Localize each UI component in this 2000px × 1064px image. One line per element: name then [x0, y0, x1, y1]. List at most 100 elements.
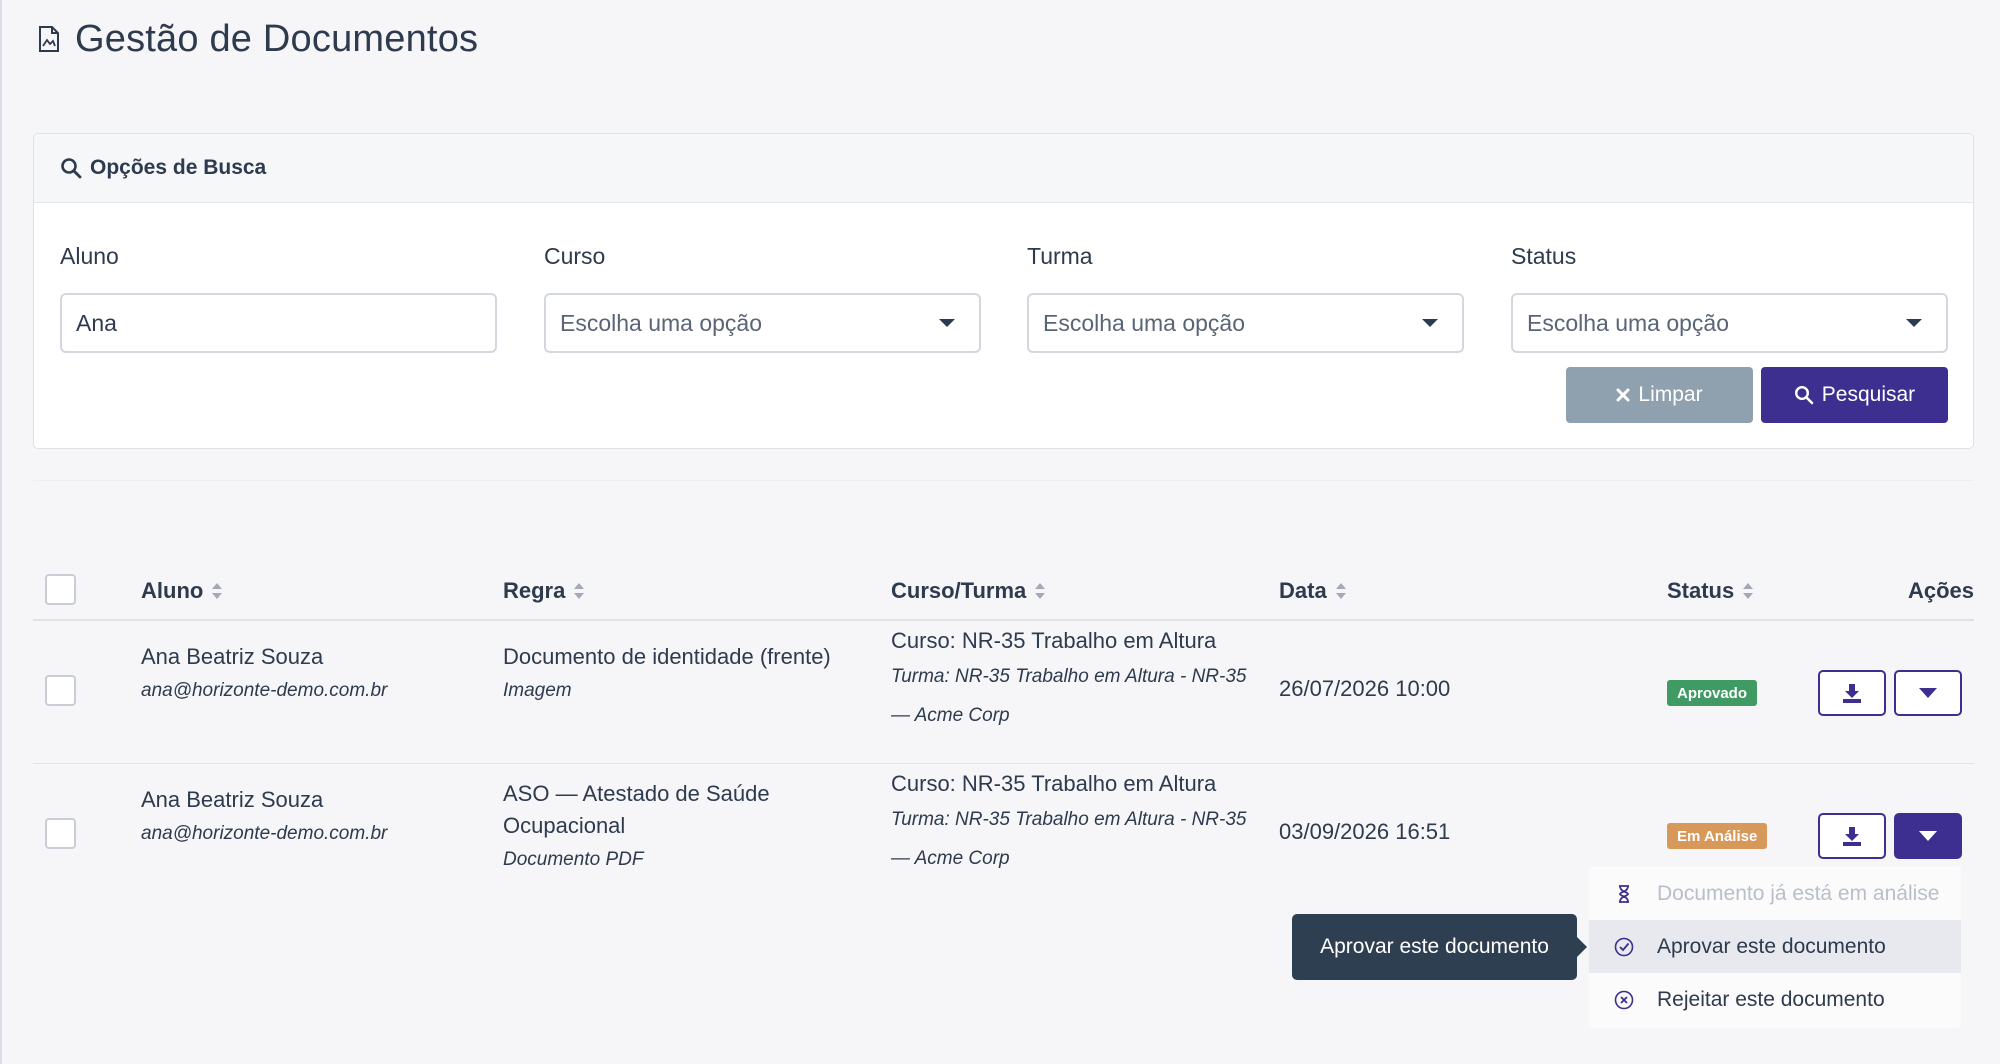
actions-dropdown-button[interactable]	[1894, 670, 1962, 716]
turma-select-value: Escolha uma opção	[1043, 309, 1246, 336]
curso-turma-cell: Curso: NR-35 Trabalho em Altura Turma: N…	[891, 621, 1246, 737]
sort-icon	[1335, 583, 1346, 599]
row-checkbox[interactable]	[45, 818, 76, 849]
documents-table: Aluno Regra Curso/Turma Data Status Açõe…	[33, 560, 1974, 907]
class-company: — Acme Corp	[891, 705, 1010, 726]
clear-button[interactable]: Limpar	[1566, 367, 1753, 423]
actions-dropdown-button[interactable]	[1894, 813, 1962, 859]
student-email: ana@horizonte-demo.com.br	[141, 823, 388, 844]
aluno-cell: Ana Beatriz Souza ana@horizonte-demo.com…	[141, 784, 387, 852]
status-select-value: Escolha uma opção	[1527, 309, 1730, 336]
course-name: Curso: NR-35 Trabalho em Altura	[891, 628, 1217, 653]
menu-item-label: Documento já está em análise	[1657, 881, 1940, 905]
menu-item-reject[interactable]: Rejeitar este documento	[1589, 973, 1961, 1026]
regra-cell: Documento de identidade (frente) Imagem	[503, 641, 831, 709]
x-circle-icon	[1613, 989, 1635, 1011]
curso-select[interactable]: Escolha uma opção	[544, 293, 981, 353]
column-header-acoes: Ações	[1908, 578, 1974, 604]
chevron-down-icon	[939, 319, 955, 327]
download-icon	[1843, 684, 1861, 703]
student-name: Ana Beatriz Souza	[141, 644, 324, 669]
table-row: Ana Beatriz Souza ana@horizonte-demo.com…	[33, 621, 1974, 764]
left-border	[0, 0, 2, 1064]
sort-icon	[1743, 583, 1754, 599]
status-label: Status	[1511, 243, 1577, 269]
chevron-down-icon	[1422, 319, 1438, 327]
search-options-card: Opções de Busca Aluno Curso Escolha uma …	[33, 133, 1974, 449]
search-options-header: Opções de Busca	[34, 134, 1973, 203]
aluno-input-box	[60, 293, 497, 353]
caret-down-icon	[1919, 688, 1937, 698]
class-company: — Acme Corp	[891, 848, 1010, 869]
search-icon	[1794, 385, 1814, 405]
approve-tooltip: Aprovar este documento	[1292, 914, 1587, 980]
date-cell: 26/07/2026 10:00	[1279, 676, 1451, 701]
column-header-regra-label: Regra	[503, 578, 566, 603]
curso-select-value: Escolha uma opção	[560, 309, 763, 336]
chevron-down-icon	[1906, 319, 1922, 327]
download-button[interactable]	[1818, 813, 1886, 859]
student-email: ana@horizonte-demo.com.br	[141, 680, 388, 701]
tooltip-text: Aprovar este documento	[1320, 935, 1549, 958]
sort-icon	[574, 583, 585, 599]
sort-icon	[212, 583, 223, 599]
curso-label: Curso	[544, 243, 606, 269]
column-header-aluno-label: Aluno	[141, 578, 204, 603]
aluno-label: Aluno	[60, 243, 119, 269]
column-header-status-label: Status	[1667, 578, 1735, 603]
column-header-regra[interactable]: Regra	[503, 578, 585, 604]
rule-name-line2: Ocupacional	[503, 813, 626, 838]
column-header-status[interactable]: Status	[1667, 578, 1754, 604]
column-header-data[interactable]: Data	[1279, 578, 1347, 604]
class-name: Turma: NR-35 Trabalho em Altura - NR-35	[891, 809, 1247, 830]
column-header-curso-turma[interactable]: Curso/Turma	[891, 578, 1046, 604]
status-badge: Aprovado	[1667, 680, 1758, 706]
status-badge: Em Análise	[1667, 823, 1768, 849]
rule-type: Documento PDF	[503, 849, 644, 870]
hourglass-icon	[1613, 883, 1635, 905]
clear-button-label: Limpar	[1638, 383, 1703, 406]
column-header-aluno[interactable]: Aluno	[141, 578, 223, 604]
menu-item-label: Rejeitar este documento	[1657, 987, 1885, 1011]
column-header-data-label: Data	[1279, 578, 1327, 603]
document-icon	[37, 25, 61, 53]
sort-icon	[1035, 583, 1046, 599]
check-circle-icon	[1613, 936, 1635, 958]
curso-field: Curso Escolha uma opção	[544, 243, 981, 353]
status-field: Status Escolha uma opção	[1511, 243, 1948, 353]
student-name: Ana Beatriz Souza	[141, 787, 324, 812]
regra-cell: ASO — Atestado de Saúde Ocupacional Docu…	[503, 778, 770, 878]
turma-field: Turma Escolha uma opção	[1027, 243, 1464, 353]
search-button[interactable]: Pesquisar	[1761, 367, 1948, 423]
menu-item-label: Aprovar este documento	[1657, 934, 1886, 958]
aluno-cell: Ana Beatriz Souza ana@horizonte-demo.com…	[141, 641, 387, 709]
rule-name: ASO — Atestado de Saúde	[503, 781, 770, 806]
menu-item-already-in-review: Documento já está em análise	[1589, 867, 1961, 920]
download-button[interactable]	[1818, 670, 1886, 716]
rule-name: Documento de identidade (frente)	[503, 644, 831, 669]
menu-item-approve[interactable]: Aprovar este documento	[1589, 920, 1961, 973]
column-header-curso-turma-label: Curso/Turma	[891, 578, 1027, 603]
status-select[interactable]: Escolha uma opção	[1511, 293, 1948, 353]
row-checkbox[interactable]	[45, 675, 76, 706]
search-button-label: Pesquisar	[1821, 383, 1916, 406]
turma-select[interactable]: Escolha uma opção	[1027, 293, 1464, 353]
curso-turma-cell: Curso: NR-35 Trabalho em Altura Turma: N…	[891, 764, 1246, 880]
course-name: Curso: NR-35 Trabalho em Altura	[891, 771, 1217, 796]
column-header-acoes-label: Ações	[1907, 578, 1974, 603]
table-header: Aluno Regra Curso/Turma Data Status Açõe…	[33, 560, 1974, 621]
actions-dropdown-menu: Documento já está em análise Aprovar est…	[1589, 867, 1961, 1028]
date-cell: 03/09/2026 16:51	[1279, 819, 1451, 844]
aluno-input[interactable]	[76, 309, 481, 337]
select-all-checkbox[interactable]	[45, 574, 76, 605]
rule-type: Imagem	[503, 680, 572, 701]
page-header: Gestão de Documentos	[37, 14, 478, 64]
turma-label: Turma	[1027, 243, 1093, 269]
search-options-title: Opções de Busca	[90, 156, 267, 179]
class-name: Turma: NR-35 Trabalho em Altura - NR-35	[891, 666, 1247, 687]
caret-down-icon	[1919, 831, 1937, 841]
page-title: Gestão de Documentos	[75, 17, 479, 60]
download-icon	[1843, 827, 1861, 846]
close-icon	[1616, 388, 1630, 402]
section-divider	[33, 480, 1974, 481]
